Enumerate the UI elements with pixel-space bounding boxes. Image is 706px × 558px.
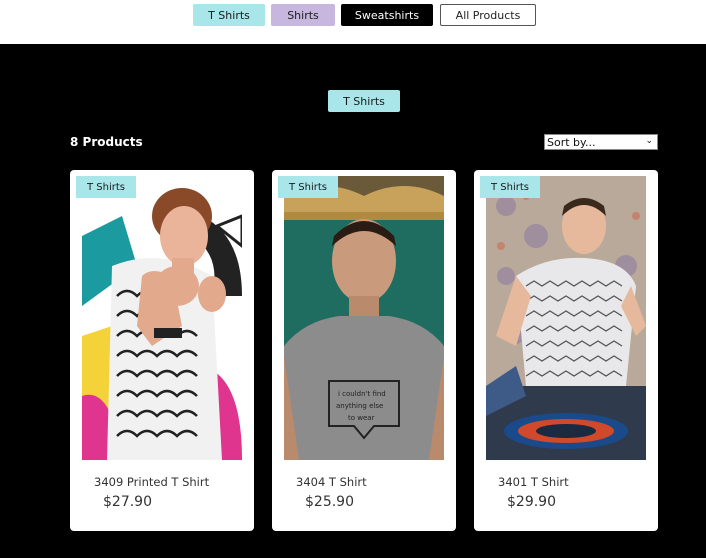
product-image[interactable]: [486, 176, 646, 460]
filter-tshirts-button[interactable]: T Shirts: [193, 4, 265, 26]
product-price: $29.90: [507, 494, 556, 510]
product-name[interactable]: 3404 T Shirt: [296, 475, 367, 489]
category-badge[interactable]: T Shirts: [328, 90, 400, 112]
product-image[interactable]: i couldn't find anything else to wear: [284, 176, 444, 460]
svg-text:to wear: to wear: [348, 414, 375, 422]
sort-select-value: Sort by...: [547, 135, 596, 149]
product-card[interactable]: T Shirts i couldn't find anything else t…: [272, 170, 456, 531]
filter-shirts-button[interactable]: Shirts: [271, 4, 335, 26]
product-card[interactable]: T Shirts: [474, 170, 658, 531]
product-price: $25.90: [305, 494, 354, 510]
product-price: $27.90: [103, 494, 152, 510]
chevron-down-icon: ⌄: [645, 136, 653, 146]
sort-select[interactable]: Sort by... ⌄: [544, 134, 658, 150]
product-name[interactable]: 3409 Printed T Shirt: [94, 475, 209, 489]
product-photo-grey-tshirt: i couldn't find anything else to wear: [284, 176, 444, 460]
svg-text:i couldn't find: i couldn't find: [338, 390, 386, 398]
product-count: 8 Products: [70, 135, 143, 149]
product-category-tag[interactable]: T Shirts: [76, 176, 136, 198]
product-card[interactable]: T Shirts: [70, 170, 254, 531]
product-photo-printed-tshirt: [82, 176, 242, 460]
product-category-tag[interactable]: T Shirts: [278, 176, 338, 198]
filter-sweatshirts-button[interactable]: Sweatshirts: [341, 4, 433, 26]
product-image[interactable]: [82, 176, 242, 460]
svg-text:anything else: anything else: [336, 402, 383, 410]
product-photo-hexagon-tshirt: [486, 176, 646, 460]
filter-all-products-button[interactable]: All Products: [440, 4, 536, 26]
product-name[interactable]: 3401 T Shirt: [498, 475, 569, 489]
product-category-tag[interactable]: T Shirts: [480, 176, 540, 198]
filter-bar: T Shirts Shirts Sweatshirts All Products: [0, 0, 706, 44]
